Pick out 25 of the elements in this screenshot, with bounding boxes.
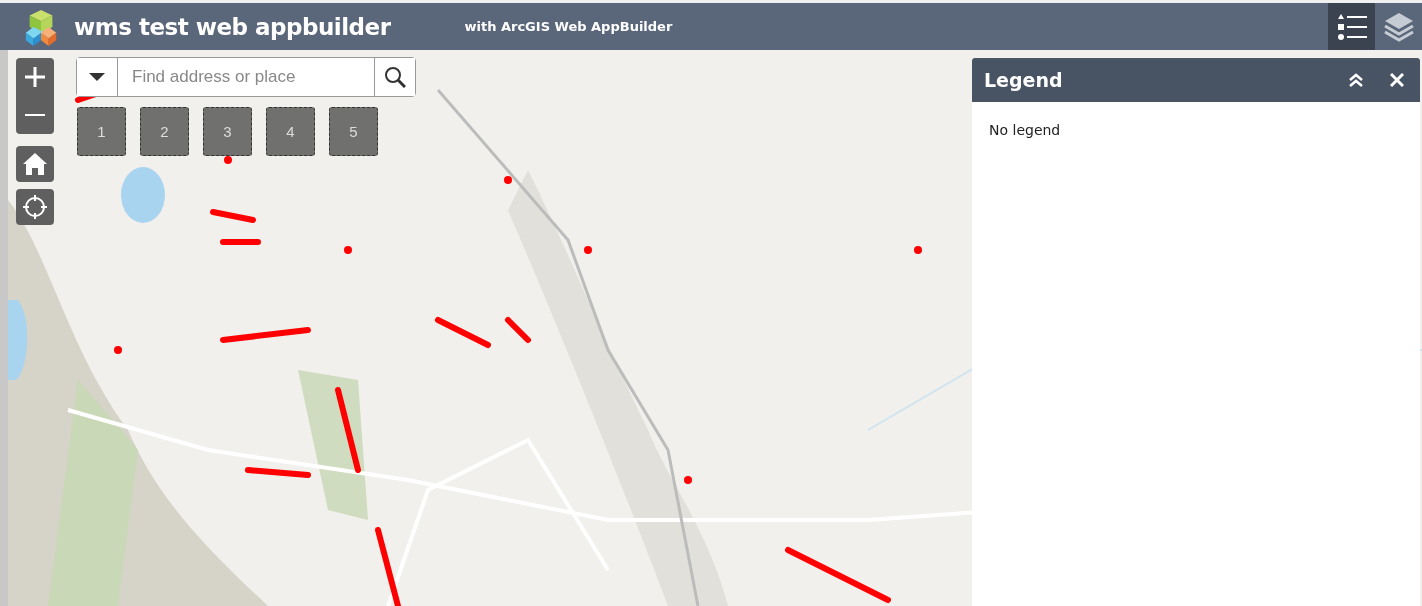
bookmark-tile[interactable]: 5 (329, 107, 378, 156)
layers-icon (1382, 10, 1415, 43)
caret-icon (89, 72, 105, 82)
app-subtitle: with ArcGIS Web AppBuilder (464, 19, 673, 34)
bookmark-tile[interactable]: 2 (140, 107, 189, 156)
crosshair-icon (22, 194, 48, 220)
minus-icon (24, 114, 46, 116)
double-chevron-icon (1348, 72, 1364, 88)
home-button[interactable] (16, 146, 54, 182)
bookmark-tile[interactable]: 3 (203, 107, 252, 156)
bookmark-tile[interactable]: 1 (77, 107, 126, 156)
plus-icon (24, 66, 46, 88)
bookmark-tile[interactable]: 4 (266, 107, 315, 156)
legend-button[interactable] (1328, 3, 1375, 50)
close-icon (1390, 73, 1404, 87)
locate-button[interactable] (16, 189, 54, 225)
home-icon (22, 152, 48, 176)
app-title: wms test web appbuilder (74, 13, 391, 40)
panel-title: Legend (984, 69, 1063, 91)
search-source-dropdown[interactable] (77, 58, 118, 96)
search-bar[interactable]: Find address or place (76, 57, 416, 97)
search-button[interactable] (374, 58, 415, 96)
search-icon (384, 66, 406, 88)
legend-message: No legend (989, 122, 1061, 138)
close-button[interactable] (1388, 71, 1406, 89)
